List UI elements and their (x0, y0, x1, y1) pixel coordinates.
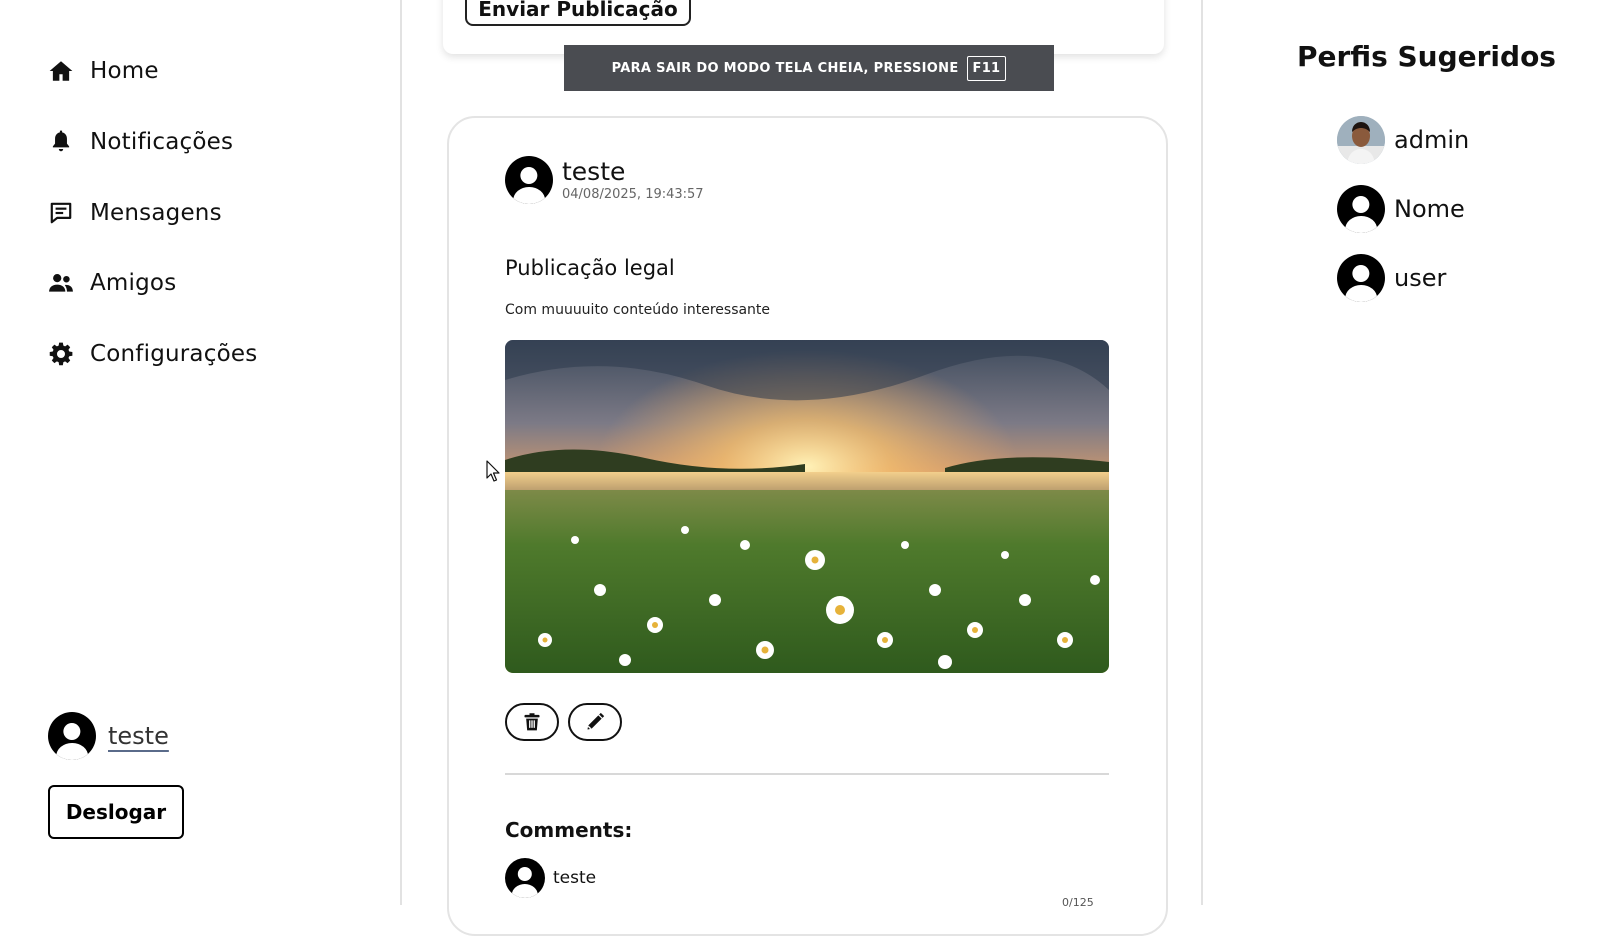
post-header: teste 04/08/2025, 19:43:57 (505, 156, 704, 204)
suggested-profiles-title: Perfis Sugeridos (1297, 40, 1556, 73)
pencil-icon (587, 712, 605, 730)
comment-author: teste (553, 868, 597, 888)
sidebar-item-home[interactable]: Home (48, 58, 159, 84)
sidebar-item-notificacoes[interactable]: Notificações (48, 129, 233, 155)
suggested-profile-item[interactable]: Nome (1337, 185, 1465, 233)
message-icon (50, 202, 72, 224)
fullscreen-key: F11 (966, 55, 1007, 81)
post-date: 04/08/2025, 19:43:57 (562, 187, 704, 203)
avatar (1337, 116, 1385, 164)
suggested-profile-item[interactable]: user (1337, 254, 1446, 302)
comments-title: Comments: (505, 818, 633, 842)
avatar (1337, 185, 1385, 233)
post-image (505, 340, 1109, 673)
logout-button[interactable]: Deslogar (48, 785, 184, 839)
sidebar-item-label: Mensagens (90, 200, 222, 226)
post-title: Publicação legal (505, 256, 675, 280)
post-card: teste 04/08/2025, 19:43:57 Publicação le… (447, 116, 1168, 936)
sidebar-item-mensagens[interactable]: Mensagens (48, 200, 222, 226)
divider (505, 773, 1109, 775)
gear-icon (49, 342, 73, 366)
avatar (1337, 254, 1385, 302)
fullscreen-banner: PARA SAIR DO MODO TELA CHEIA, PRESSIONE … (564, 45, 1054, 91)
sidebar-item-label: Configurações (90, 341, 258, 367)
suggested-profile-name: Nome (1394, 195, 1465, 223)
current-user[interactable]: teste (48, 712, 169, 760)
mouse-cursor-icon (486, 460, 500, 486)
post-body: Com muuuuito conteúdo interessante (505, 302, 771, 318)
sidebar-item-label: Home (90, 58, 159, 84)
avatar (48, 712, 96, 760)
edit-post-button[interactable] (568, 703, 622, 741)
bell-icon (52, 130, 70, 152)
suggested-profile-item[interactable]: admin (1337, 116, 1469, 164)
sidebar-item-configuracoes[interactable]: Configurações (48, 341, 257, 367)
suggested-profile-name: user (1394, 264, 1447, 292)
home-icon (49, 61, 73, 81)
users-icon (49, 274, 73, 292)
sidebar-item-amigos[interactable]: Amigos (48, 270, 176, 296)
delete-post-button[interactable] (505, 703, 559, 741)
comment-char-count: 0/125 (1062, 896, 1094, 909)
avatar (505, 156, 553, 204)
avatar (505, 858, 545, 898)
sidebar-item-label: Amigos (90, 270, 177, 296)
current-user-name[interactable]: teste (108, 722, 169, 750)
sidebar-item-label: Notificações (90, 129, 234, 155)
feed: Enviar Publicação PARA SAIR DO MODO TELA… (400, 0, 1203, 936)
send-post-button[interactable]: Enviar Publicação (465, 0, 691, 26)
post-author[interactable]: teste (562, 158, 704, 186)
fullscreen-banner-text: PARA SAIR DO MODO TELA CHEIA, PRESSIONE (611, 60, 959, 76)
trash-icon (524, 713, 540, 731)
sidebar: Home Notificações Mensagens Amigos Confi… (0, 0, 395, 900)
suggested-profile-name: admin (1394, 126, 1470, 154)
comment-item: teste (505, 858, 596, 898)
